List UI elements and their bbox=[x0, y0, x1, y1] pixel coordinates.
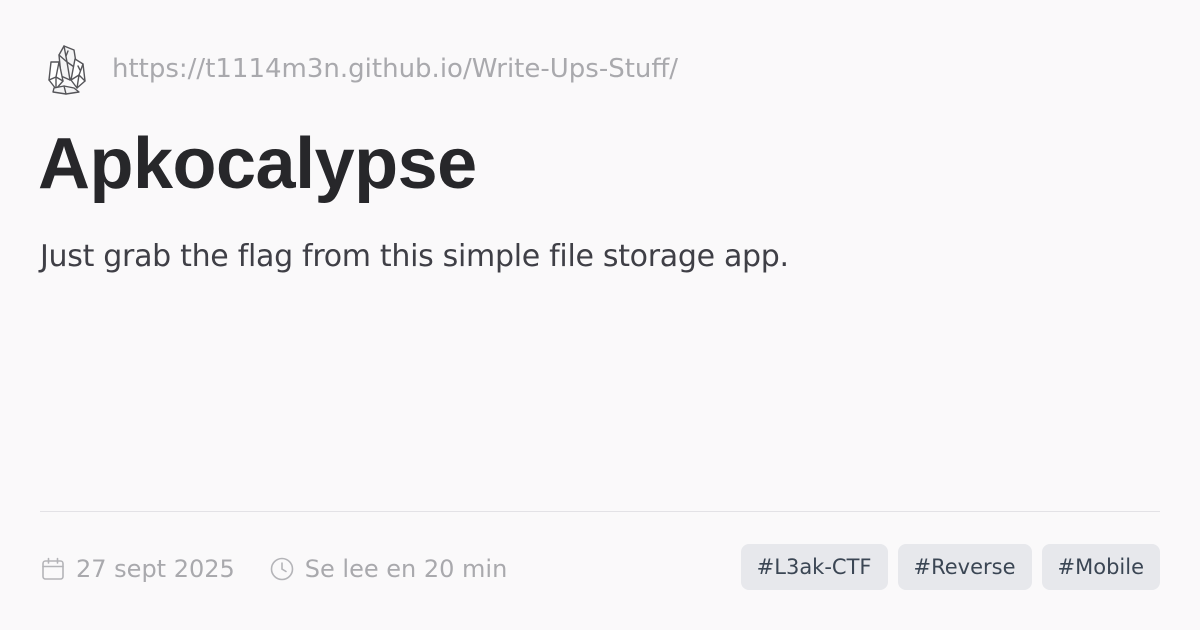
site-header: https://t1114m3n.github.io/Write-Ups-Stu… bbox=[46, 40, 678, 98]
calendar-icon bbox=[42, 557, 64, 580]
publish-date-text: 27 sept 2025 bbox=[76, 555, 235, 583]
post-description: Just grab the flag from this simple file… bbox=[40, 239, 789, 274]
crystal-cluster-icon bbox=[48, 45, 86, 95]
post-meta: 27 sept 2025 Se lee en 20 min bbox=[40, 548, 507, 590]
footer-divider bbox=[40, 511, 1160, 512]
reading-time: Se lee en 20 min bbox=[269, 555, 508, 583]
tag-reverse[interactable]: #Reverse bbox=[897, 544, 1032, 590]
reading-time-text: Se lee en 20 min bbox=[304, 555, 508, 583]
page-title: Apkocalypse bbox=[38, 124, 477, 204]
tag-l3ak-ctf[interactable]: #L3ak-CTF bbox=[740, 544, 888, 590]
tag-mobile[interactable]: #Mobile bbox=[1041, 544, 1160, 590]
clock-icon bbox=[270, 557, 294, 581]
publish-date: 27 sept 2025 bbox=[40, 555, 235, 583]
tag-list: #L3ak-CTF #Reverse #Mobile bbox=[740, 544, 1160, 590]
site-url[interactable]: https://t1114m3n.github.io/Write-Ups-Stu… bbox=[112, 54, 678, 84]
